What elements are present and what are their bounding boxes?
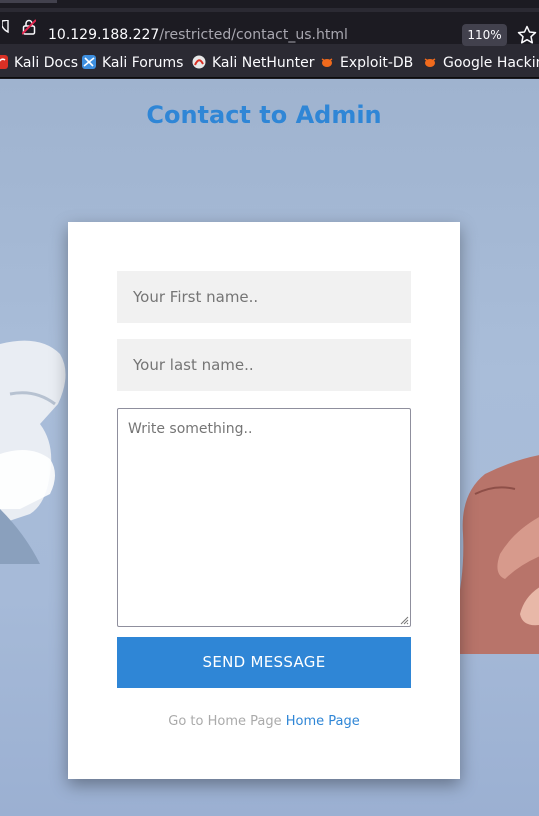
insecure-lock-icon[interactable] [22,19,36,35]
first-name-input[interactable]: Your First name.. [117,271,411,323]
bookmark-label: Google Hacking [443,55,539,71]
zoom-badge[interactable]: 110% [462,24,507,46]
message-textarea[interactable]: Write something.. [117,408,411,627]
bookmark-kali-forums[interactable]: Kali Forums [82,54,183,72]
url-host: 10.129.188.227 [48,27,160,43]
bookmark-kali-nethunter[interactable]: Kali NetHunter [192,54,314,72]
human-hand-image [455,455,539,654]
ghdb-bug-icon [424,58,436,67]
home-page-prefix: Go to Home Page [168,714,282,729]
bookmark-star-icon[interactable] [517,25,537,45]
last-name-input[interactable]: Your last name.. [117,339,411,391]
bookmarks-toolbar: Kali Docs Kali Forums Kali NetHunter Exp… [0,48,539,78]
bookmark-kali-docs[interactable]: Kali Docs [0,54,78,72]
message-placeholder: Write something.. [128,421,253,437]
bookmark-google-hacking[interactable]: Google Hacking [423,54,539,72]
contact-form-card: Your First name.. Your last name.. Write… [68,222,460,779]
robot-hand-image [0,340,66,564]
navigation-toolbar: 10.129.188.227/restricted/contact_us.htm… [0,8,539,48]
bookmark-exploit-db[interactable]: Exploit-DB [320,54,413,72]
active-tab-edge[interactable] [0,0,57,3]
send-message-button[interactable]: SEND MESSAGE [117,637,411,688]
bookmark-label: Kali NetHunter [212,55,315,71]
exploitdb-bug-icon [321,58,333,67]
home-page-line: Go to Home Page Home Page [68,714,460,729]
bookmark-label: Exploit-DB [340,55,414,71]
bookmark-label: Kali Forums [102,55,184,71]
last-name-placeholder: Your last name.. [133,356,254,374]
page-title: Contact to Admin [146,101,382,129]
kali-dragon-icon [0,55,8,69]
page-content: Contact to Admin Your First name.. Your … [0,79,539,816]
tracking-shield-icon[interactable] [2,20,12,34]
url-path: /restricted/contact_us.html [159,27,348,43]
first-name-placeholder: Your First name.. [133,288,259,306]
home-page-link[interactable]: Home Page [286,714,360,729]
kali-forums-icon [82,55,96,69]
nethunter-icon [192,55,206,69]
tab-strip [0,0,539,8]
resize-grip-icon[interactable] [399,615,409,625]
url-text[interactable]: 10.129.188.227/restricted/contact_us.htm… [48,27,348,43]
bookmark-label: Kali Docs [14,55,79,71]
